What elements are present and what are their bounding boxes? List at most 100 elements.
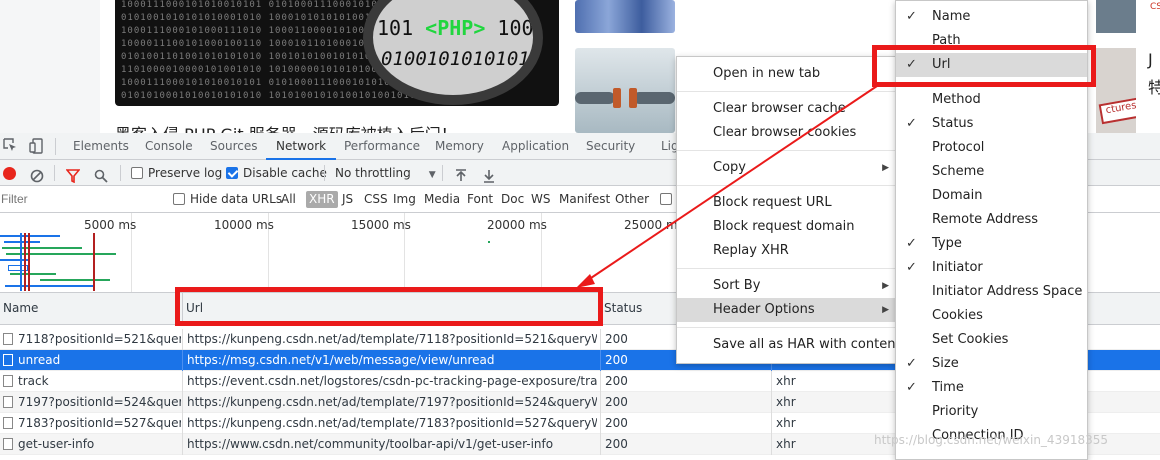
disable-cache-checkbox[interactable]: Disable cache (226, 160, 327, 186)
checkbox-box[interactable] (660, 193, 672, 205)
waterfall-bar (2, 247, 82, 249)
timeline-label: 25000 ms (624, 218, 684, 232)
tab-sources[interactable]: Sources (210, 133, 257, 160)
menu-item-replay-xhr[interactable]: Replay XHR (677, 239, 895, 263)
throttling-select[interactable]: No throttling ▼ (335, 160, 436, 186)
header-option-method[interactable]: Method (896, 88, 1087, 112)
tab-security[interactable]: Security (586, 133, 635, 160)
header-option-time[interactable]: ✓ Time (896, 376, 1087, 400)
article-cover-image[interactable]: 1000111000101010010101 01010001110001010… (115, 0, 559, 106)
timeline-label: 10000 ms (214, 218, 274, 232)
filter-type-all[interactable]: All (279, 191, 298, 208)
filter-type-media[interactable]: Media (422, 191, 462, 208)
preserve-log-label: Preserve log (148, 166, 223, 180)
tab-elements[interactable]: Elements (73, 133, 129, 160)
column-header-status[interactable]: Status (601, 293, 642, 325)
filter-input[interactable] (0, 189, 160, 209)
article-title[interactable]: 黑客入侵 PHP Git 服务器，源码库被植入后门！ (115, 121, 457, 133)
filter-icon[interactable] (65, 166, 81, 184)
checkbox-box[interactable] (173, 193, 185, 205)
file-icon (3, 375, 13, 387)
filter-type-other[interactable]: Other (613, 191, 651, 208)
request-status: 200 (605, 416, 628, 430)
search-icon[interactable] (94, 166, 108, 183)
filter-type-img[interactable]: Img (391, 191, 418, 208)
request-type: xhr (776, 395, 796, 409)
article-thumbnail[interactable] (575, 48, 675, 133)
menu-item-block-request-domain[interactable]: Block request domain (677, 215, 895, 239)
article-thumbnail[interactable] (1096, 0, 1136, 33)
header-option-name[interactable]: ✓ Name (896, 5, 1087, 29)
menu-item-label: Clear browser cookies (713, 125, 857, 140)
filter-type-xhr[interactable]: XHR (306, 191, 338, 208)
import-har-icon[interactable] (455, 166, 467, 181)
menu-item-header-options[interactable]: Header Options ▶ (677, 298, 895, 322)
header-option-label: Status (932, 116, 974, 131)
filter-type-manifest[interactable]: Manifest (557, 191, 612, 208)
filter-type-doc[interactable]: Doc (499, 191, 526, 208)
tab-console[interactable]: Console (145, 133, 193, 160)
article-thumbnail[interactable]: ctures (1096, 48, 1136, 133)
menu-item-label: Sort By (713, 278, 761, 293)
menu-item-copy[interactable]: Copy ▶ (677, 156, 895, 180)
header-option-label: Remote Address (932, 212, 1039, 227)
header-option-status[interactable]: ✓ Status (896, 112, 1087, 136)
menu-separator (677, 327, 895, 328)
menu-item-block-request-url[interactable]: Block request URL (677, 191, 895, 215)
header-option-scheme[interactable]: Scheme (896, 160, 1087, 184)
hide-data-urls-checkbox[interactable]: Hide data URLs (171, 191, 284, 208)
request-name: 7183?positionId=527&query... (18, 416, 181, 430)
header-option-label: Initiator (932, 260, 983, 275)
request-url: https://msg.csdn.net/v1/web/message/view… (187, 353, 495, 367)
filter-type-css[interactable]: CSS (362, 191, 390, 208)
header-option-size[interactable]: ✓ Size (896, 352, 1087, 376)
column-header-name[interactable]: Name (0, 293, 38, 325)
menu-item-open-in-new-tab[interactable]: Open in new tab (677, 62, 895, 86)
menu-item-clear-browser-cache[interactable]: Clear browser cache (677, 97, 895, 121)
device-toolbar-icon[interactable] (28, 138, 44, 154)
header-option-initiator[interactable]: ✓ Initiator (896, 256, 1087, 280)
header-option-cookies[interactable]: Cookies (896, 304, 1087, 328)
cell-divider (771, 413, 772, 434)
toolbar-divider (120, 165, 121, 181)
preserve-log-checkbox[interactable]: Preserve log (131, 160, 222, 186)
checkbox-box[interactable] (131, 167, 143, 179)
tab-performance[interactable]: Performance (344, 133, 420, 160)
header-option-priority[interactable]: Priority (896, 400, 1087, 424)
submenu-arrow-icon: ▶ (882, 163, 889, 173)
lens-php-text: <PHP> (425, 16, 486, 40)
header-option-type[interactable]: ✓ Type (896, 232, 1087, 256)
article-thumbnail[interactable] (575, 0, 675, 33)
filter-type-font[interactable]: Font (465, 191, 495, 208)
filter-type-js[interactable]: JS (340, 191, 355, 208)
clear-icon[interactable] (30, 166, 44, 183)
check-icon: ✓ (906, 380, 917, 395)
tab-network[interactable]: Network (266, 133, 337, 160)
menu-item-label: Save all as HAR with content (713, 337, 901, 352)
header-option-remote-address[interactable]: Remote Address (896, 208, 1087, 232)
filter-type-ws[interactable]: WS (529, 191, 552, 208)
watermark: https://blog.csdn.net/weixin_43918355 (874, 433, 1109, 447)
chevron-down-icon: ▼ (428, 170, 436, 180)
timeline-label: 5000 ms (84, 218, 137, 232)
cell-divider (771, 392, 772, 413)
file-icon (3, 333, 13, 345)
pipe-graphic (629, 88, 637, 108)
menu-item-clear-browser-cookies[interactable]: Clear browser cookies (677, 121, 895, 145)
header-option-domain[interactable]: Domain (896, 184, 1087, 208)
cell-divider (600, 413, 601, 434)
header-option-set-cookies[interactable]: Set Cookies (896, 328, 1087, 352)
menu-item-sort-by[interactable]: Sort By ▶ (677, 274, 895, 298)
inspect-element-icon[interactable] (2, 138, 18, 154)
tab-memory[interactable]: Memory (435, 133, 484, 160)
checkbox-box[interactable] (226, 167, 238, 179)
menu-item-save-har[interactable]: Save all as HAR with content (677, 333, 901, 357)
request-name-cell: 7118?positionId=521&query... (3, 329, 181, 350)
export-har-icon[interactable] (483, 166, 495, 183)
cell-divider (182, 350, 183, 371)
header-option-protocol[interactable]: Protocol (896, 136, 1087, 160)
tab-application[interactable]: Application (502, 133, 569, 160)
request-status: 200 (605, 374, 628, 388)
header-option-initiator-address-space[interactable]: Initiator Address Space (896, 280, 1087, 304)
record-icon[interactable] (3, 167, 16, 180)
